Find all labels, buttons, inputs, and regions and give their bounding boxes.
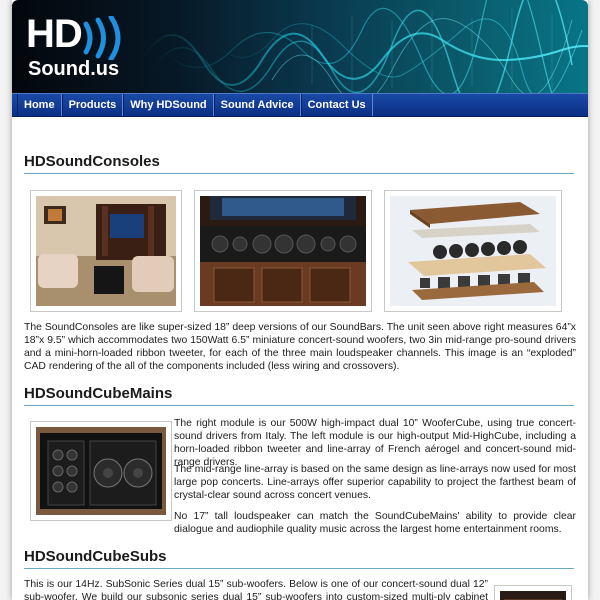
site-header: HD Sound.us <box>12 0 588 93</box>
cubesubs-description: This is our 14Hz. SubSonic Series dual 1… <box>24 579 488 600</box>
page: HD Sound.us Home Products Why HDSound So… <box>12 0 588 600</box>
living-room-image[interactable] <box>30 190 182 312</box>
section-title-consoles: HDSoundConsoles <box>24 153 160 170</box>
nav-why-hdsound[interactable]: Why HDSound <box>123 94 214 116</box>
cubemains-paragraph-1: The right module is our 500W high-impact… <box>174 418 576 468</box>
cubemains-photo <box>36 427 166 515</box>
cubemains-paragraph-3: No 17” tall loudspeaker can match the So… <box>174 511 576 535</box>
cubemains-image[interactable] <box>30 421 172 521</box>
exploded-cad-render <box>390 196 556 306</box>
section-divider <box>24 173 574 174</box>
exploded-cad-image[interactable] <box>384 190 562 312</box>
section-divider <box>24 568 574 569</box>
cubemains-paragraph-2: The mid-range line-array is based on the… <box>174 464 576 501</box>
nav-contact-us[interactable]: Contact Us <box>300 94 373 116</box>
nav-products[interactable]: Products <box>61 94 124 116</box>
soundconsole-photo <box>200 196 366 306</box>
section-title-cubesubs: HDSoundCubeSubs <box>24 548 167 565</box>
site-logo[interactable]: HD Sound.us <box>26 14 146 84</box>
nav-home[interactable]: Home <box>17 94 62 116</box>
logo-sound-text: Sound.us <box>28 58 120 80</box>
main-navigation: Home Products Why HDSound Sound Advice C… <box>12 93 588 117</box>
living-room-photo <box>36 196 176 306</box>
nav-sound-advice[interactable]: Sound Advice <box>213 94 301 116</box>
logo-hd-text: HD <box>26 12 83 56</box>
section-title-cubemains: HDSoundCubeMains <box>24 385 173 402</box>
console-image[interactable] <box>194 190 372 312</box>
sound-waves-icon <box>83 16 121 60</box>
consoles-description: The SoundConsoles are like super-sized 1… <box>24 322 576 372</box>
subwoofer-photo <box>500 591 566 600</box>
subwoofer-image[interactable] <box>494 585 572 600</box>
section-divider <box>24 405 574 406</box>
